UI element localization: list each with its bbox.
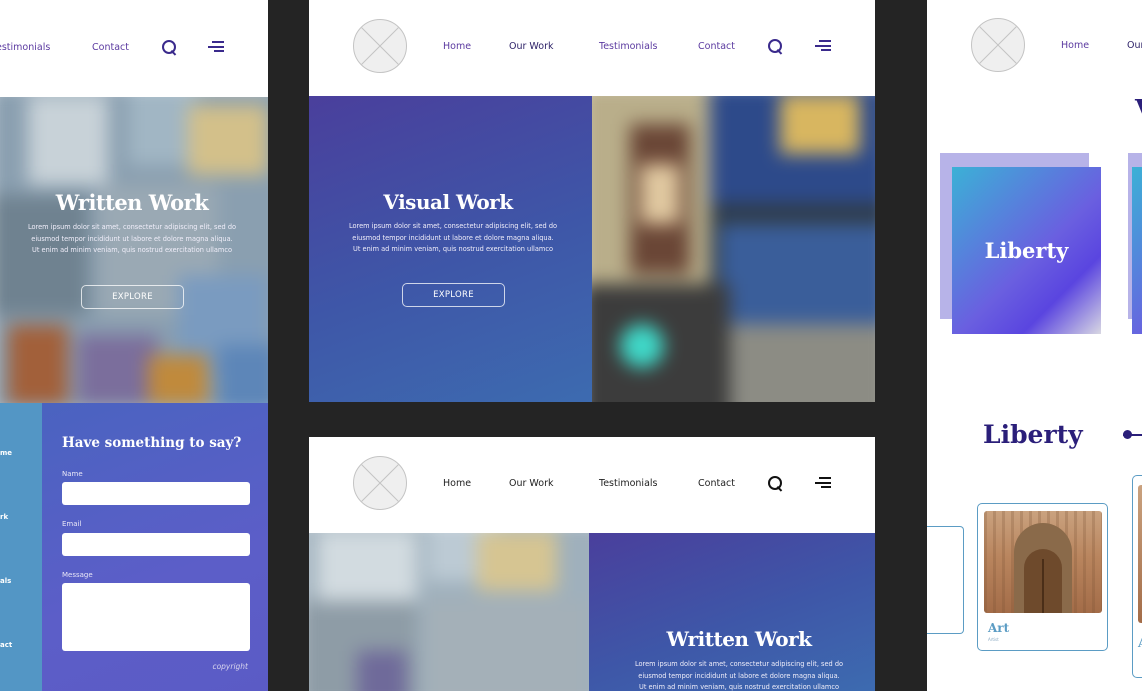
hero-body-line: Ut enim ad minim veniam, quis nostrud ex… bbox=[32, 246, 232, 254]
nav-contact-link[interactable]: Contact bbox=[92, 42, 129, 53]
hero-body-text: Lorem ipsum dolor sit amet, consectetur … bbox=[309, 221, 597, 256]
hero-title: Written Work bbox=[55, 190, 209, 215]
logo-placeholder[interactable] bbox=[353, 19, 407, 73]
contact-form: Have something to say? Name Email Messag… bbox=[42, 403, 268, 691]
hero-title: Visual Work bbox=[383, 190, 513, 214]
hero-body-line: eiusmod tempor incididunt ut labore et d… bbox=[638, 671, 840, 680]
nav-testimonials-link[interactable]: Testimonials bbox=[599, 41, 657, 52]
search-icon[interactable] bbox=[768, 476, 782, 490]
left-hero: Written Work Lorem ipsum dolor sit amet,… bbox=[0, 97, 268, 403]
written-work-blurred-photo bbox=[309, 533, 589, 691]
art-card-image bbox=[984, 511, 1102, 613]
middle-bottom-mockup: Home Our Work Testimonials Contact Writt… bbox=[309, 437, 875, 691]
nav-contact-link[interactable]: Contact bbox=[698, 478, 735, 489]
logo-placeholder[interactable] bbox=[353, 456, 407, 510]
nav-contact-link[interactable]: Contact bbox=[698, 41, 735, 52]
visual-work-image bbox=[592, 96, 875, 402]
next-art-card[interactable]: A bbox=[1132, 475, 1142, 678]
search-icon[interactable] bbox=[162, 40, 176, 54]
mid-bottom-nav-bar: Home Our Work Testimonials Contact bbox=[309, 437, 875, 533]
name-label: Name bbox=[62, 470, 83, 478]
email-field[interactable] bbox=[62, 533, 250, 556]
nav-home-link[interactable]: Home bbox=[443, 41, 471, 52]
message-label: Message bbox=[62, 571, 93, 579]
message-field[interactable] bbox=[62, 583, 250, 651]
nav-home-link[interactable]: Home bbox=[443, 478, 471, 489]
hero-title: Written Work bbox=[666, 627, 812, 651]
next-card[interactable] bbox=[1132, 167, 1142, 334]
art-card-subtitle: Artist bbox=[988, 637, 999, 642]
menu-icon[interactable] bbox=[815, 40, 831, 51]
prev-art-card[interactable] bbox=[927, 526, 964, 634]
hero-body-line: Ut enim ad minim veniam, quis nostrud ex… bbox=[639, 683, 839, 691]
mid-top-nav-bar: Home Our Work Testimonials Contact bbox=[309, 0, 875, 96]
hero-body-line: eiusmod tempor incididunt ut labore et d… bbox=[31, 234, 233, 243]
next-art-title: A bbox=[1138, 636, 1142, 650]
hero-body-line: Lorem ipsum dolor sit amet, consectetur … bbox=[348, 222, 558, 230]
middle-top-mockup: Home Our Work Testimonials Contact Visua… bbox=[309, 0, 875, 402]
next-art-image bbox=[1138, 485, 1142, 623]
explore-button[interactable]: EXPLORE bbox=[81, 285, 184, 309]
liberty-card-title: Liberty bbox=[984, 238, 1069, 263]
nav-testimonials-link[interactable]: Testimonials bbox=[599, 478, 657, 489]
side-nav-item[interactable]: act bbox=[0, 641, 12, 649]
nav-testimonials-link[interactable]: estimonials bbox=[0, 42, 50, 53]
written-work-hero: Written Work Lorem ipsum dolor sit amet,… bbox=[589, 533, 875, 691]
nav-home-link[interactable]: Home bbox=[1061, 40, 1089, 51]
door-split bbox=[1042, 559, 1044, 613]
copyright-text: copyright bbox=[212, 662, 248, 671]
hero-body-text: Lorem ipsum dolor sit amet, consectetur … bbox=[589, 659, 875, 691]
logo-placeholder[interactable] bbox=[971, 18, 1025, 72]
art-card-title: Art bbox=[988, 621, 1010, 635]
liberty-card[interactable]: Liberty bbox=[952, 167, 1101, 334]
explore-button[interactable]: EXPLORE bbox=[402, 283, 505, 307]
visual-work-blurred-painting bbox=[592, 96, 875, 402]
menu-icon[interactable] bbox=[208, 41, 224, 52]
side-nav-item[interactable]: me bbox=[0, 449, 12, 457]
written-work-image bbox=[309, 533, 589, 691]
left-nav-bar: estimonials Contact bbox=[0, 0, 268, 97]
name-field[interactable] bbox=[62, 482, 250, 505]
footer-side-nav: me rk als act bbox=[0, 403, 42, 691]
email-label: Email bbox=[62, 520, 82, 528]
hero-body-line: Lorem ipsum dolor sit amet, consectetur … bbox=[634, 660, 844, 668]
hero-body-line: Ut enim ad minim veniam, quis nostrud ex… bbox=[353, 245, 553, 253]
nav-our-work-link[interactable]: Our bbox=[1127, 40, 1142, 51]
partial-heading: V bbox=[1135, 95, 1142, 125]
menu-icon[interactable] bbox=[815, 477, 831, 488]
hero-body-line: eiusmod tempor incididunt ut labore et d… bbox=[352, 233, 554, 242]
side-nav-item[interactable]: rk bbox=[0, 513, 8, 521]
hero-body-line: Lorem ipsum dolor sit amet, consectetur … bbox=[27, 223, 237, 231]
form-heading: Have something to say? bbox=[62, 435, 242, 451]
liberty-section-heading: Liberty bbox=[983, 420, 1083, 449]
right-mockup-panel: Home Our V Liberty Liberty Art Artist A bbox=[927, 0, 1142, 691]
hero-body-text: Lorem ipsum dolor sit amet, consectetur … bbox=[0, 222, 264, 257]
side-nav-item[interactable]: als bbox=[0, 577, 11, 585]
visual-work-hero: Visual Work Lorem ipsum dolor sit amet, … bbox=[309, 96, 592, 402]
art-card[interactable]: Art Artist bbox=[977, 503, 1108, 651]
search-icon[interactable] bbox=[768, 39, 782, 53]
carousel-dot[interactable] bbox=[1123, 430, 1132, 439]
nav-our-work-link[interactable]: Our Work bbox=[509, 478, 553, 489]
left-mockup-panel: estimonials Contact Written Work Lorem i… bbox=[0, 0, 268, 691]
nav-our-work-link[interactable]: Our Work bbox=[509, 41, 553, 52]
